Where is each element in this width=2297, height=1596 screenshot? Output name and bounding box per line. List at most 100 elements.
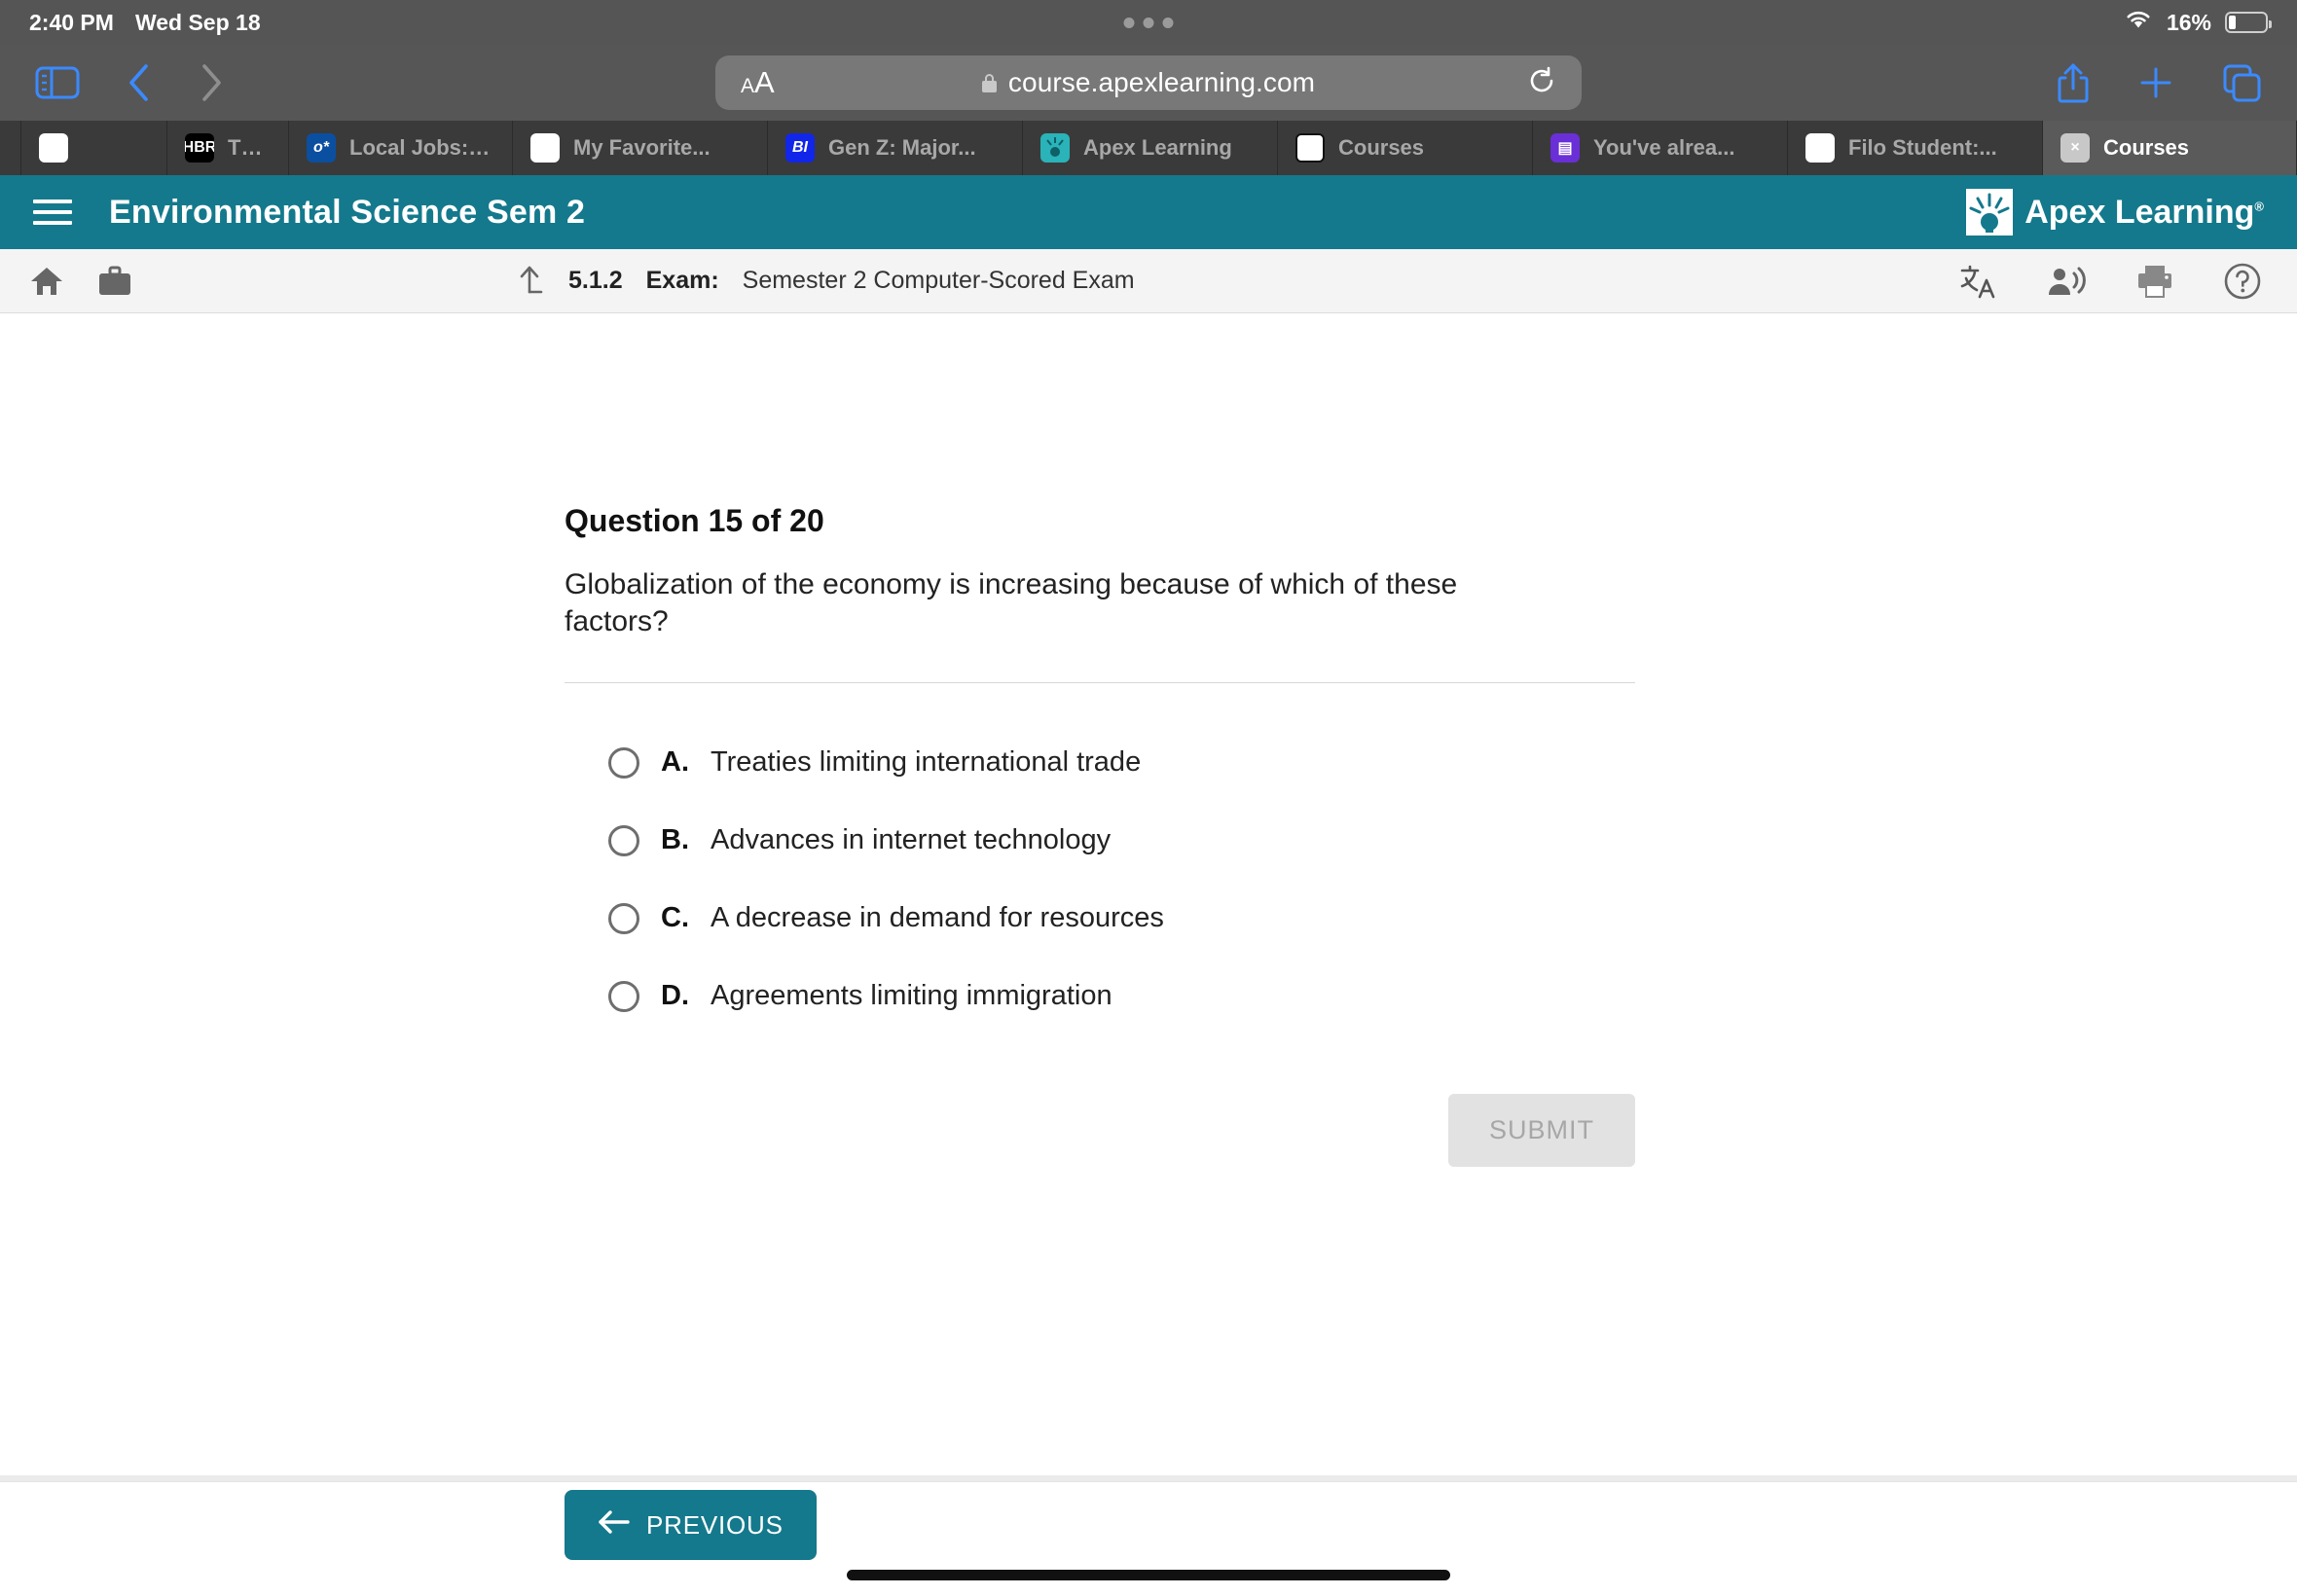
battery-low-icon [2225,12,2272,33]
status-bar-left: 2:40 PM Wed Sep 18 [0,10,261,36]
browser-nav-buttons [0,62,224,103]
radio-button-icon[interactable] [608,824,639,856]
submit-button[interactable]: SUBMIT [1447,1093,1635,1167]
lock-icon [981,73,997,92]
question-heading: Question 15 of 20 [565,503,824,538]
option-letter: B. [661,824,689,856]
answer-option-c[interactable]: C. A decrease in demand for resources [608,880,1635,958]
address-bar-content: course.apexlearning.com [981,67,1316,98]
answer-option-d[interactable]: D. Agreements limiting immigration [608,958,1635,1035]
browser-tab[interactable]: o* Local Jobs: 1... [289,121,513,175]
lesson-toolbar-actions [1958,262,2262,301]
forward-chevron-icon [199,62,224,103]
browser-actions [2056,61,2262,104]
text-size-button[interactable]: AA [741,65,775,100]
lesson-name: Semester 2 Computer-Scored Exam [742,267,1135,294]
hbr-icon: HBR [185,133,214,163]
up-level-arrow-icon[interactable] [516,265,545,298]
course-header: Environmental Science Sem 2 Apex Learnin… [0,175,2297,249]
navigation-footer: PREVIOUS [0,1481,2297,1596]
option-text: Advances in internet technology [711,824,1112,856]
address-bar[interactable]: AA course.apexlearning.com [715,55,1582,110]
sidebar-toggle-icon[interactable] [35,64,80,101]
option-text: Treaties limiting international trade [711,746,1142,779]
apex-logo-mark [1966,189,2014,236]
business-insider-icon: BI [785,133,815,163]
left-arrow-icon [598,1509,631,1542]
option-letter: D. [661,980,689,1012]
wifi-icon [2124,9,2153,36]
battery-percent: 16% [2166,9,2211,35]
status-bar-dots [1123,17,1174,28]
letter-a-icon: A [1295,133,1325,163]
filo-icon: filo [1805,133,1835,163]
browser-tab[interactable]: ▤ You've alrea... [1533,121,1788,175]
close-tab-icon[interactable]: × [2060,133,2090,163]
browser-tab-active[interactable]: × Courses [2043,121,2297,175]
option-letter: C. [661,902,689,934]
read-aloud-icon[interactable] [2046,264,2087,299]
previous-button-label: PREVIOUS [646,1509,784,1540]
browser-tab[interactable]: BI Gen Z: Major... [768,121,1023,175]
tab-label: Gen Z: Major... [828,135,976,160]
share-icon[interactable] [2056,61,2091,104]
briefcase-icon[interactable] [97,266,132,297]
answer-option-a[interactable]: A. Treaties limiting international trade [608,724,1635,802]
option-letter: A. [661,746,689,779]
submit-row: SUBMIT [565,1093,1635,1167]
lesson-title-group: 5.1.2 Exam: Semester 2 Computer-Scored E… [516,265,1135,298]
status-bar: 2:40 PM Wed Sep 18 16% [0,0,2297,45]
help-icon[interactable] [2223,262,2262,301]
radio-button-icon[interactable] [608,980,639,1012]
lesson-toolbar-left [29,265,132,298]
status-date: Wed Sep 18 [134,9,261,35]
translate-icon[interactable] [1958,262,1997,301]
browser-toolbar: AA course.apexlearning.com [0,45,2297,121]
google-icon: G [39,133,68,163]
tab-bar-edge [0,121,21,175]
divider [565,681,1635,683]
tab-bar: G HBR The N o* Local Jobs: 1... Z My Fav… [0,121,2297,175]
question-text: Globalization of the economy is increasi… [565,568,1458,638]
back-chevron-icon[interactable] [127,62,152,103]
radio-button-icon[interactable] [608,746,639,779]
plus-icon[interactable] [2137,64,2174,101]
option-text: Agreements limiting immigration [711,980,1112,1012]
print-icon[interactable] [2135,264,2174,299]
hamburger-menu-icon[interactable] [33,200,72,225]
tab-label: Apex Learning [1083,135,1232,160]
google-classroom-icon: ▤ [1550,133,1580,163]
tab-label: Local Jobs: 1... [349,135,494,160]
apex-learning-icon [1040,133,1070,163]
answer-option-b[interactable]: B. Advances in internet technology [608,802,1635,880]
answer-options: A. Treaties limiting international trade… [608,724,1635,1035]
dot-icon [1123,17,1135,28]
dot-icon [1162,17,1174,28]
apex-logo-text: Apex Learning® [2024,193,2264,231]
tab-label: Courses [2103,135,2190,160]
course-title: Environmental Science Sem 2 [109,193,586,231]
browser-tab[interactable]: G [21,121,167,175]
reload-icon[interactable] [1527,66,1556,100]
dot-icon [1143,17,1154,28]
url-text: course.apexlearning.com [1007,67,1316,97]
question-content: Question 15 of 20 Globalization of the e… [0,313,2297,1397]
browser-tab[interactable]: filo Filo Student:... [1788,121,2043,175]
status-time: 2:40 PM [29,9,114,35]
option-text: A decrease in demand for resources [711,902,1164,934]
lesson-kind: Exam: [645,267,719,294]
tab-label: My Favorite... [573,135,711,160]
tab-label: The N [228,135,271,160]
home-indicator [847,1570,1450,1580]
tabs-overview-icon[interactable] [2221,62,2262,103]
browser-tab[interactable]: A Courses [1278,121,1533,175]
tab-label: You've alrea... [1593,135,1735,160]
browser-tab[interactable]: Z My Favorite... [513,121,768,175]
status-bar-right: 16% [2124,9,2272,36]
browser-tab[interactable]: HBR The N [167,121,289,175]
radio-button-icon[interactable] [608,902,639,934]
home-icon[interactable] [29,265,64,298]
browser-tab[interactable]: Apex Learning [1023,121,1278,175]
previous-button[interactable]: PREVIOUS [565,1490,817,1560]
apex-learning-logo-icon: Apex Learning® [1966,189,2264,236]
